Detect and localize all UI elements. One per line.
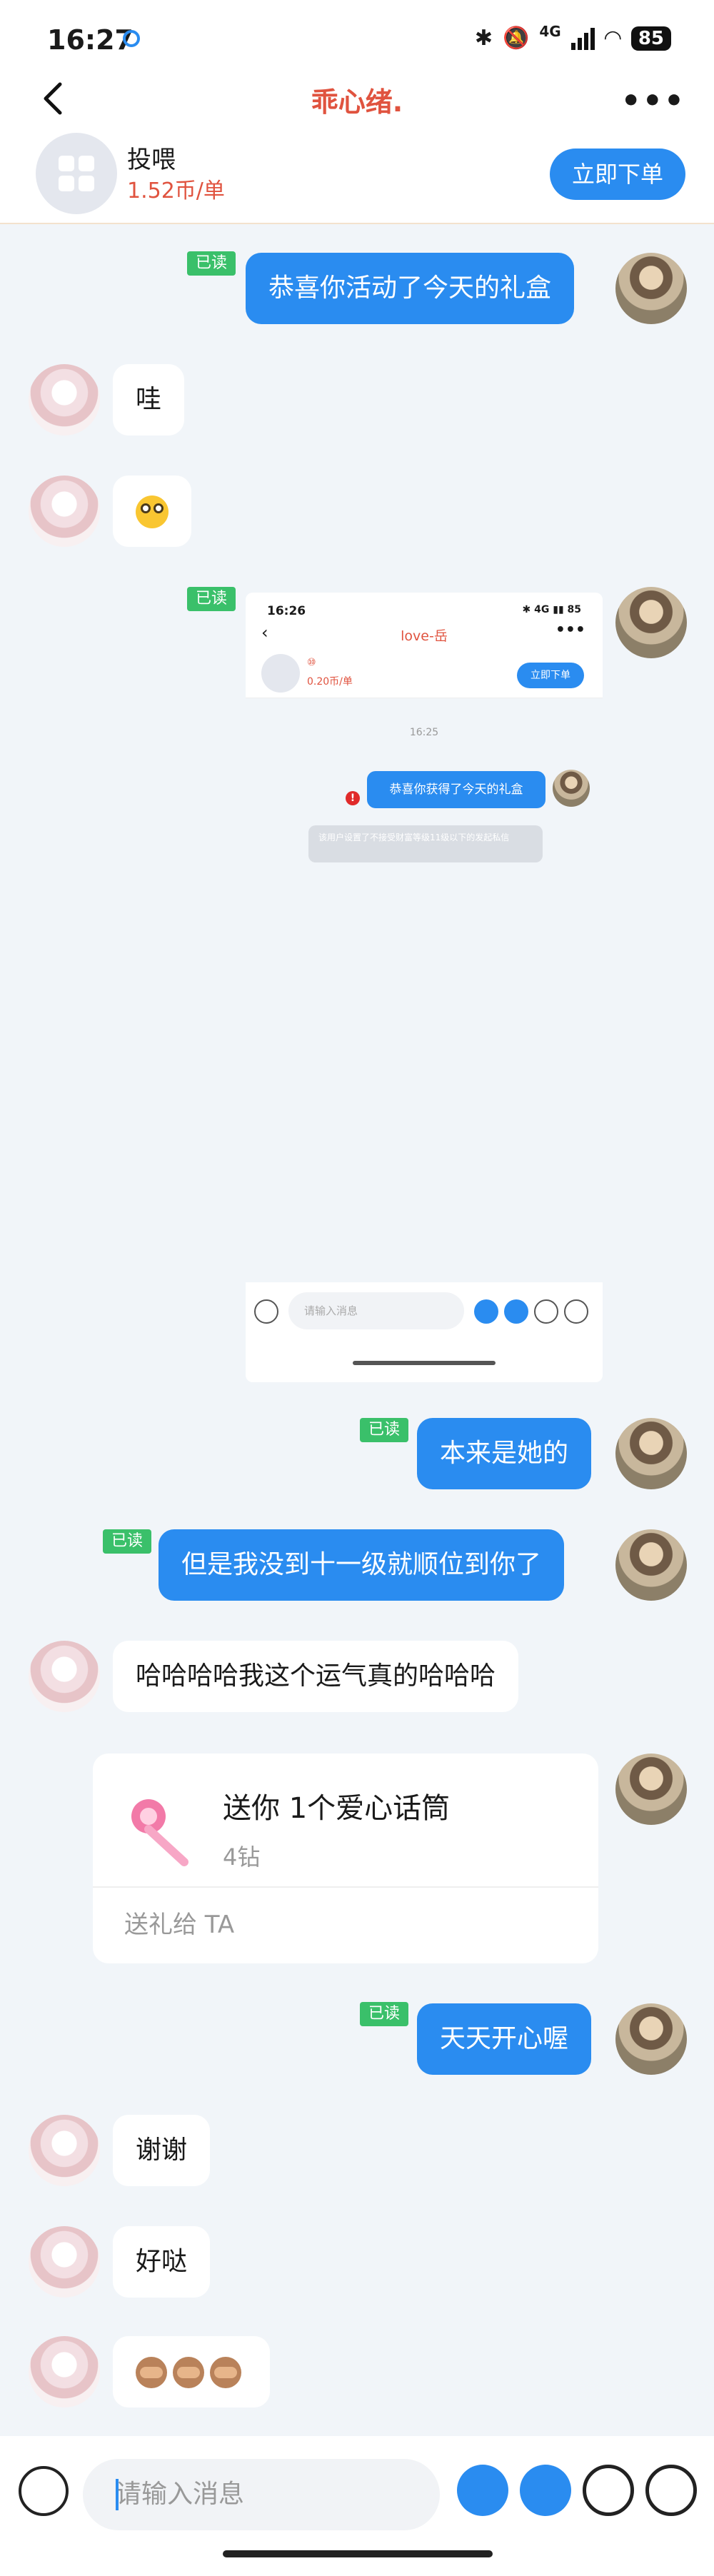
screenshot-plus-icon — [564, 1299, 588, 1324]
message-bubble-peer[interactable] — [113, 2336, 270, 2408]
see-no-evil-monkey-emoji — [136, 2357, 167, 2388]
screenshot-service-name: ⑩ — [307, 657, 316, 668]
battery-icon: 85 — [630, 26, 671, 51]
screenshot-emoji-icon — [534, 1299, 558, 1324]
emoji-icon[interactable] — [583, 2465, 634, 2516]
screenshot-price: 0.20币/单 — [307, 676, 353, 688]
gift-icon[interactable] — [457, 2465, 508, 2516]
home-indicator — [223, 2550, 493, 2557]
read-badge: 已读 — [187, 587, 236, 611]
message-bubble-self[interactable]: 天天开心喔 — [417, 2003, 592, 2075]
avatar-self[interactable] — [615, 1418, 687, 1489]
service-price: 1.52币/单 — [127, 178, 225, 203]
avatar-self[interactable] — [615, 1529, 687, 1601]
gift-price: 4钻 — [223, 1843, 261, 1871]
mute-icon: 🔕 — [503, 26, 530, 51]
message-input[interactable]: 请输入消息 — [83, 2459, 440, 2530]
read-badge: 已读 — [360, 1418, 409, 1442]
avatar-self[interactable] — [615, 1754, 687, 1825]
read-badge: 已读 — [103, 1529, 152, 1554]
nav-bar: 乖心绪. ••• — [0, 66, 714, 134]
system-icons: ✱ 🔕 4G ◠ 85 — [474, 22, 671, 51]
screenshot-input-bar: 请输入消息 — [246, 1282, 603, 1347]
message-bubble-self[interactable]: 恭喜你活动了今天的礼盒 — [246, 253, 575, 324]
image-message[interactable]: 16:26 ✱ 4G ▮▮ 85 ‹ love-岳 ••• ⑩ 0.20币/单 … — [246, 593, 603, 1382]
screenshot-app-grid-icon — [261, 654, 300, 693]
screenshot-avatar — [553, 770, 590, 807]
screenshot-time: 16:26 — [267, 604, 306, 618]
screenshot-bubble: 恭喜你获得了今天的礼盒 — [367, 771, 545, 808]
gift-card[interactable]: 送你 1个爱心话筒 4钻 送礼给 TA — [93, 1754, 598, 1963]
message-bubble-peer[interactable]: 谢谢 — [113, 2115, 211, 2186]
flushed-face-emoji — [136, 495, 169, 528]
avatar-peer[interactable] — [29, 2115, 100, 2186]
read-badge: 已读 — [187, 251, 236, 276]
signal-icon — [570, 27, 595, 50]
wifi-icon: ◠ — [604, 26, 621, 51]
error-icon: ! — [346, 791, 360, 805]
avatar-peer[interactable] — [29, 2226, 100, 2298]
message-bubble-peer[interactable]: 好哒 — [113, 2226, 211, 2298]
gift-title: 送你 1个爱心话筒 — [223, 1792, 451, 1825]
screenshot-network: 4G — [534, 604, 550, 615]
bluetooth-icon: ✱ — [474, 26, 493, 51]
text-cursor — [116, 2479, 119, 2510]
message-bubble-self[interactable]: 但是我没到十一级就顺位到你了 — [159, 1529, 565, 1601]
more-icon[interactable]: ••• — [621, 83, 685, 119]
screenshot-input-field: 请输入消息 — [288, 1292, 464, 1329]
screenshot-title: love-岳 — [401, 628, 448, 644]
screenshot-gift-icon — [474, 1299, 498, 1324]
status-time: 16:27 — [47, 24, 134, 56]
mic-wand-icon — [131, 1799, 188, 1866]
network-type: 4G — [539, 22, 561, 40]
screenshot-order-button: 立即下单 — [517, 663, 584, 688]
service-bar: 投喂 1.52币/单 立即下单 — [0, 133, 714, 224]
message-input-placeholder: 请输入消息 — [116, 2480, 245, 2509]
message-bubble-self[interactable]: 本来是她的 — [417, 1418, 592, 1489]
avatar-peer[interactable] — [29, 2336, 100, 2408]
avatar-peer[interactable] — [29, 476, 100, 547]
screenshot-red-packet-icon — [504, 1299, 528, 1324]
status-bar: 16:27 ✱ 🔕 4G ◠ 85 — [0, 0, 714, 66]
see-no-evil-monkey-emoji — [210, 2357, 241, 2388]
avatar-self[interactable] — [615, 587, 687, 658]
red-packet-icon[interactable] — [520, 2465, 571, 2516]
message-bubble-peer[interactable] — [113, 476, 191, 547]
screenshot-battery: 85 — [567, 604, 581, 615]
screenshot-more-icon: ••• — [555, 621, 585, 639]
screenshot-system-note: 该用户设置了不接受财富等级11级以下的发起私信 — [308, 825, 543, 862]
see-no-evil-monkey-emoji — [173, 2357, 204, 2388]
message-bubble-peer[interactable]: 哇 — [113, 364, 185, 436]
screenshot-voice-icon — [254, 1299, 278, 1324]
screenshot-system-icons: ✱ 4G ▮▮ 85 — [522, 604, 581, 615]
avatar-peer[interactable] — [29, 1641, 100, 1712]
message-bubble-peer[interactable]: 哈哈哈哈我这个运气真的哈哈哈 — [113, 1641, 519, 1712]
plus-icon[interactable] — [645, 2465, 697, 2516]
avatar-self[interactable] — [615, 2003, 687, 2075]
order-now-button[interactable]: 立即下单 — [550, 149, 685, 200]
service-name: 投喂 — [127, 146, 176, 174]
notification-icon — [123, 30, 140, 47]
screenshot-chat-time: 16:25 — [409, 727, 439, 738]
avatar-self[interactable] — [615, 253, 687, 324]
send-gift-link[interactable]: 送礼给 TA — [124, 1905, 234, 1940]
page-title: 乖心绪. — [311, 86, 403, 118]
avatar-peer[interactable] — [29, 364, 100, 436]
divider — [93, 1886, 598, 1888]
read-badge: 已读 — [360, 2002, 409, 2026]
voice-icon[interactable] — [19, 2466, 69, 2516]
screenshot-service-bar: ⑩ 0.20币/单 立即下单 — [246, 648, 603, 698]
screenshot-home-indicator — [353, 1361, 496, 1365]
screenshot-chat: 16:25 ! 恭喜你获得了今天的礼盒 该用户设置了不接受财富等级11级以下的发… — [246, 698, 603, 1282]
app-grid-icon — [36, 133, 117, 214]
